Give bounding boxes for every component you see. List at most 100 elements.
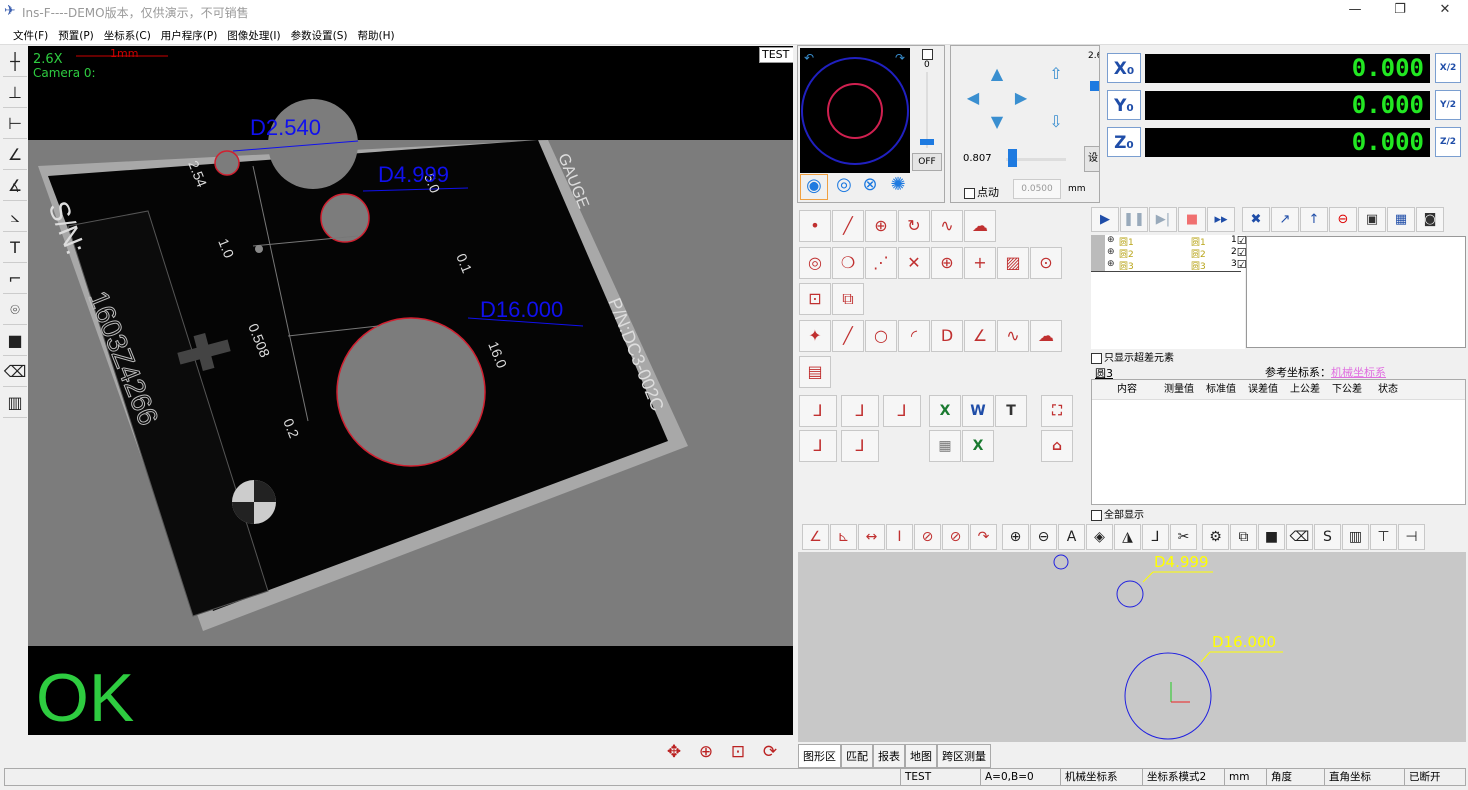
- perp-icon[interactable]: ⊾: [830, 524, 857, 550]
- minimize-button[interactable]: —: [1340, 2, 1370, 22]
- freeform-icon[interactable]: ☁: [964, 210, 996, 242]
- tab-1[interactable]: 匹配: [841, 744, 873, 768]
- cut-icon[interactable]: ✂: [1170, 524, 1197, 550]
- expand-icon[interactable]: ⊕: [1107, 259, 1119, 271]
- fast-forward-icon[interactable]: ▸▸: [1207, 207, 1235, 232]
- line-align-icon[interactable]: ⅃: [841, 395, 879, 427]
- column-header[interactable]: 内容: [1096, 380, 1158, 399]
- construct-line-icon[interactable]: ╱: [832, 320, 864, 352]
- fit-icon[interactable]: ✥: [660, 738, 688, 766]
- graphics-area[interactable]: D4.999 D16.000: [798, 552, 1466, 742]
- column-header[interactable]: 测量值: [1158, 380, 1200, 399]
- light-slider-thumb[interactable]: [920, 139, 934, 145]
- intersection-icon[interactable]: ✕: [898, 247, 930, 279]
- fill-icon[interactable]: ■: [1258, 524, 1285, 550]
- report-icon[interactable]: ▥: [1342, 524, 1369, 550]
- light-ring-display[interactable]: ↶ ↷: [800, 48, 910, 173]
- arc-icon[interactable]: ↻: [898, 210, 930, 242]
- coord-3d-icon[interactable]: ⅃: [841, 430, 879, 462]
- home-icon[interactable]: ⌂: [1041, 430, 1073, 462]
- arc-dim-icon[interactable]: ↷: [970, 524, 997, 550]
- set-button[interactable]: 设: [1084, 146, 1099, 172]
- box-measure-icon[interactable]: ⊡: [799, 283, 831, 315]
- menu-user-program[interactable]: 用户程序(P): [156, 24, 223, 44]
- graphic-circle-3[interactable]: [1124, 652, 1212, 740]
- element-detail-list[interactable]: [1246, 236, 1466, 348]
- save-coord-icon[interactable]: ⅃: [799, 430, 837, 462]
- s-icon[interactable]: S: [1314, 524, 1341, 550]
- image-icon[interactable]: ▨: [997, 247, 1029, 279]
- point-icon[interactable]: •: [799, 210, 831, 242]
- step-icon[interactable]: ▶|: [1149, 207, 1177, 232]
- z-up-icon[interactable]: ⇧: [1045, 63, 1067, 85]
- tab-3[interactable]: 地图: [905, 744, 937, 768]
- align-h-icon[interactable]: ⊤: [1370, 524, 1397, 550]
- tree-item[interactable]: ⊕ 圆1 圆1 1 ☑: [1107, 235, 1247, 248]
- align-v-icon[interactable]: ⊣: [1398, 524, 1425, 550]
- tools-icon[interactable]: ✖: [1242, 207, 1270, 232]
- maximize-button[interactable]: ❐: [1385, 2, 1415, 22]
- refresh-icon[interactable]: ⟳: [756, 738, 784, 766]
- zoom-slider[interactable]: [1090, 81, 1099, 91]
- focus-icon[interactable]: ⌾: [3, 294, 27, 325]
- layers-icon[interactable]: ◈: [1086, 524, 1113, 550]
- construct-curve-icon[interactable]: ∿: [997, 320, 1029, 352]
- barcode-icon[interactable]: ▥: [3, 387, 27, 418]
- zoom-in-icon[interactable]: ⊕: [1002, 524, 1029, 550]
- axis-half-button[interactable]: Z/2: [1435, 127, 1461, 157]
- circle-icon[interactable]: ⊕: [865, 210, 897, 242]
- reference-coord-link[interactable]: 机械坐标系: [1331, 366, 1386, 379]
- angle3-icon[interactable]: ⦣: [3, 201, 27, 232]
- axis-zero-button[interactable]: Z₀: [1107, 127, 1141, 157]
- column-header[interactable]: 标准值: [1200, 380, 1242, 399]
- move-down-icon[interactable]: ▼: [986, 111, 1008, 133]
- inching-checkbox[interactable]: 点动: [964, 184, 999, 200]
- menu-settings[interactable]: 参数设置(S): [286, 24, 353, 44]
- light-sync-checkbox[interactable]: [922, 49, 933, 60]
- tab-2[interactable]: 报表: [873, 744, 905, 768]
- z-down-icon[interactable]: ⇩: [1045, 111, 1067, 133]
- segment4-icon[interactable]: ⊗: [856, 174, 884, 200]
- curve-icon[interactable]: ∿: [931, 210, 963, 242]
- angle-construct-icon[interactable]: ∠: [964, 320, 996, 352]
- link-icon[interactable]: ⧉: [1230, 524, 1257, 550]
- edge-point-icon[interactable]: ⊢: [3, 108, 27, 139]
- construct-circle-icon[interactable]: ○: [865, 320, 897, 352]
- txt-export-icon[interactable]: T: [995, 395, 1027, 427]
- graphic-circle-1[interactable]: [1053, 554, 1069, 570]
- angle2-icon[interactable]: ∡: [3, 170, 27, 201]
- tab-4[interactable]: 跨区测量: [937, 744, 991, 768]
- word-export-icon[interactable]: W: [962, 395, 994, 427]
- only-out-of-tolerance-checkbox[interactable]: 只显示超差元素: [1091, 349, 1174, 364]
- measurement-table[interactable]: 内容 测量值 标准值 误差值 上公差 下公差 状态: [1091, 379, 1466, 505]
- step-input[interactable]: 0.0500: [1013, 179, 1061, 199]
- z-up-icon[interactable]: ↑: [1300, 207, 1328, 232]
- menu-help[interactable]: 帮助(H): [352, 24, 399, 44]
- crosshair-icon[interactable]: ┼: [3, 46, 27, 77]
- text-icon[interactable]: T: [3, 232, 27, 263]
- speed-slider-thumb[interactable]: [1008, 149, 1017, 167]
- record-icon[interactable]: ■: [3, 325, 27, 356]
- column-header[interactable]: 上公差: [1284, 380, 1326, 399]
- segment8-icon[interactable]: ✺: [884, 174, 912, 200]
- light-slider[interactable]: [926, 72, 928, 148]
- excel-export-icon[interactable]: X: [929, 395, 961, 427]
- pause-icon[interactable]: ❚❚: [1120, 207, 1148, 232]
- move-right-icon[interactable]: ▶: [1010, 87, 1032, 109]
- move-up-icon[interactable]: ▲: [986, 63, 1008, 85]
- grid-icon[interactable]: ▦: [1387, 207, 1415, 232]
- construct-arc-icon[interactable]: ◜: [898, 320, 930, 352]
- origin-icon[interactable]: ⅃: [799, 395, 837, 427]
- zoom-in-icon[interactable]: ⊕: [692, 738, 720, 766]
- height-dim-icon[interactable]: I: [886, 524, 913, 550]
- concentric-icon[interactable]: ◎: [799, 247, 831, 279]
- tree-item[interactable]: ⊕ 圆2 圆2 2 ☑: [1107, 247, 1247, 260]
- corner-icon[interactable]: ⌐: [3, 263, 27, 294]
- element-tree[interactable]: ⊕ 圆1 圆1 1 ☑ ⊕ 圆2 圆2 2 ☑ ⊕ 圆3 圆3 3 ☑: [1091, 235, 1247, 349]
- stop-icon[interactable]: ■: [1178, 207, 1206, 232]
- axis-half-button[interactable]: X/2: [1435, 53, 1461, 83]
- light-off-button[interactable]: OFF: [912, 153, 942, 171]
- axis-zero-button[interactable]: Y₀: [1107, 90, 1141, 120]
- profile-select[interactable]: TEST⌄: [759, 47, 793, 63]
- axis-zero-button[interactable]: X₀: [1107, 53, 1141, 83]
